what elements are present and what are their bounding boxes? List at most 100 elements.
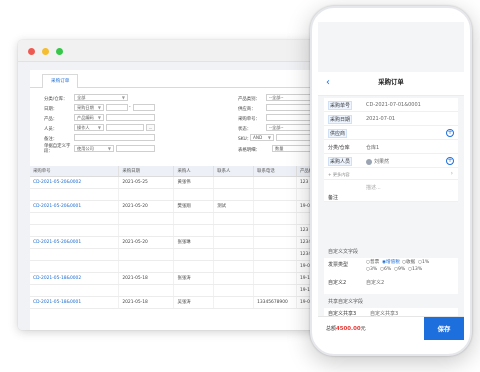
field-row-buyer[interactable]: 采购人员 刘果然 + (324, 154, 458, 168)
product-type-value: --全部-- (269, 95, 284, 100)
cell-contact (213, 176, 255, 189)
invoice-option-13pct[interactable]: ○13% (408, 266, 422, 273)
invoice-option-ordinary[interactable]: ○普票 (366, 259, 379, 266)
chevron-down-icon: ▼ (121, 95, 125, 100)
status-value: --全部-- (269, 125, 284, 130)
description-row[interactable]: 描述... 备注 (324, 180, 458, 202)
doc-custom-field-value: 使用公司 (77, 146, 94, 151)
cell-purchase-no[interactable] (30, 224, 120, 237)
invoice-option-6pct[interactable]: ○6% (380, 266, 391, 273)
cell-contact (213, 272, 255, 285)
cell-buyer (173, 212, 215, 225)
cell-purchase-no[interactable]: CD-2021-05-18&0001 (30, 296, 120, 309)
phone-footer-bar: 总额4500.00元 保存 (318, 316, 464, 340)
warehouse-label: 分类/仓库： (44, 97, 68, 102)
person-picker-button[interactable]: ... (146, 124, 155, 131)
field-row-purchase-no[interactable]: 采购单号 CD-2021-07-01&0001 (324, 98, 458, 112)
cell-phone (253, 176, 297, 189)
purchase-no-label: 采购单号： (238, 117, 260, 122)
cell-phone (253, 188, 297, 201)
custom2-value[interactable]: 自定义2 (366, 280, 384, 287)
cell-purchase-no[interactable] (30, 260, 120, 273)
field-row-supplier[interactable]: 供应商 + (324, 126, 458, 140)
cell-phone (253, 248, 297, 261)
status-label: 状态： (238, 127, 252, 132)
field-row-purchase-date[interactable]: 采购日期 2021-07-01 (324, 112, 458, 126)
save-button[interactable]: 保存 (424, 317, 464, 340)
cell-purchase-no[interactable]: CD-2021-05-20&0001 (30, 236, 120, 249)
cell-contact (213, 224, 255, 237)
date-end-input[interactable] (133, 104, 155, 111)
invoice-option-receipt[interactable]: ○收据 (402, 259, 415, 266)
avatar (366, 158, 372, 165)
doc-custom-field-input[interactable] (116, 145, 155, 152)
cell-purchase-date (118, 224, 175, 237)
sku-logic-select[interactable]: AND ▼ (250, 134, 274, 141)
date-separator: - (129, 105, 131, 110)
cell-purchase-no[interactable] (30, 284, 120, 297)
cell-purchase-no[interactable] (30, 212, 120, 225)
cell-purchase-date (118, 284, 175, 297)
date-type-select[interactable]: 采购日期 ▼ (74, 104, 104, 111)
close-window-button[interactable] (28, 48, 35, 55)
more-content-row[interactable]: + 更多内容 › (324, 168, 458, 180)
chevron-down-icon: ▼ (107, 146, 111, 151)
add-buyer-plus-icon[interactable]: + (446, 157, 454, 165)
cell-purchase-no[interactable]: CD-2021-05-20&0001 (30, 200, 120, 213)
tab-purchase-order[interactable]: 采购订单 (42, 74, 79, 88)
col-header-phone[interactable]: 联系电话 (253, 166, 297, 177)
order-info-card: 采购单号 CD-2021-07-01&0001 采购日期 2021-07-01 … (324, 98, 458, 202)
doc-custom-field-select[interactable]: 使用公司 ▼ (74, 145, 114, 152)
product-field-select[interactable]: 产品编码 ▼ (74, 114, 104, 121)
chevron-down-icon: ▼ (97, 105, 101, 110)
cell-purchase-no[interactable]: CD-2021-05-18&0002 (30, 272, 120, 285)
custom2-label: 自定义2 (328, 280, 347, 286)
person-type-select[interactable]: 操作人 ▼ (74, 124, 104, 131)
product-label: 产品： (44, 117, 58, 122)
remark-input[interactable] (74, 134, 155, 141)
cell-phone (253, 200, 297, 213)
more-content-link[interactable]: + 更多内容 (328, 172, 350, 178)
sku-logic-value: AND (253, 135, 263, 140)
description-placeholder: 描述... (366, 185, 381, 191)
table-detail-label: 表格明细： (238, 148, 260, 153)
total-label: 总额 (326, 326, 337, 332)
col-header-purchase-no[interactable]: 采购单号 (30, 166, 120, 177)
invoice-option-9pct[interactable]: ○9% (394, 266, 405, 273)
invoice-option-3pct[interactable]: ○3% (366, 266, 377, 273)
cell-phone: 13345678900 (253, 296, 297, 309)
field-row-warehouse[interactable]: 分类/仓库 仓库1 (324, 140, 458, 154)
cell-phone (253, 212, 297, 225)
col-header-purchase-date[interactable]: 采购日期 (118, 166, 175, 177)
doc-custom-field-label: 单据自定义字段： (44, 144, 71, 154)
product-input[interactable] (106, 114, 155, 121)
col-header-buyer[interactable]: 采购人 (173, 166, 215, 177)
cell-purchase-date: 2021-05-18 (118, 296, 175, 309)
cell-purchase-date: 2021-05-20 (118, 236, 175, 249)
field-label: 供应商 (328, 129, 348, 138)
cell-contact (213, 212, 255, 225)
cell-purchase-no[interactable] (30, 188, 120, 201)
field-label: 采购人员 (328, 157, 353, 166)
add-supplier-plus-icon[interactable]: + (446, 129, 454, 137)
custom-field-section-title: 自定义文字段 (328, 249, 359, 255)
chevron-down-icon: ▼ (97, 115, 101, 120)
cell-purchase-no[interactable]: CD-2021-05-20&0002 (30, 176, 120, 189)
cell-buyer: 张张琳 (173, 236, 215, 249)
date-start-input[interactable] (106, 104, 128, 111)
person-input[interactable] (106, 124, 144, 131)
cell-buyer (173, 284, 215, 297)
field-label: 分类/仓库 (328, 145, 350, 151)
person-label: 人员： (44, 127, 58, 132)
chevron-right-icon: › (450, 170, 453, 177)
maximize-window-button[interactable] (56, 48, 63, 55)
cell-purchase-no[interactable] (30, 248, 120, 261)
cell-phone (253, 272, 297, 285)
invoice-option-vat[interactable]: ◉增值税 (382, 259, 400, 266)
warehouse-select[interactable]: 全部 ▼ (74, 94, 128, 101)
minimize-window-button[interactable] (42, 48, 49, 55)
col-header-contact[interactable]: 联系人 (213, 166, 255, 177)
invoice-option-1pct[interactable]: ○1% (418, 259, 429, 266)
cell-contact (213, 296, 255, 309)
supplier-label: 供应商： (238, 107, 256, 112)
